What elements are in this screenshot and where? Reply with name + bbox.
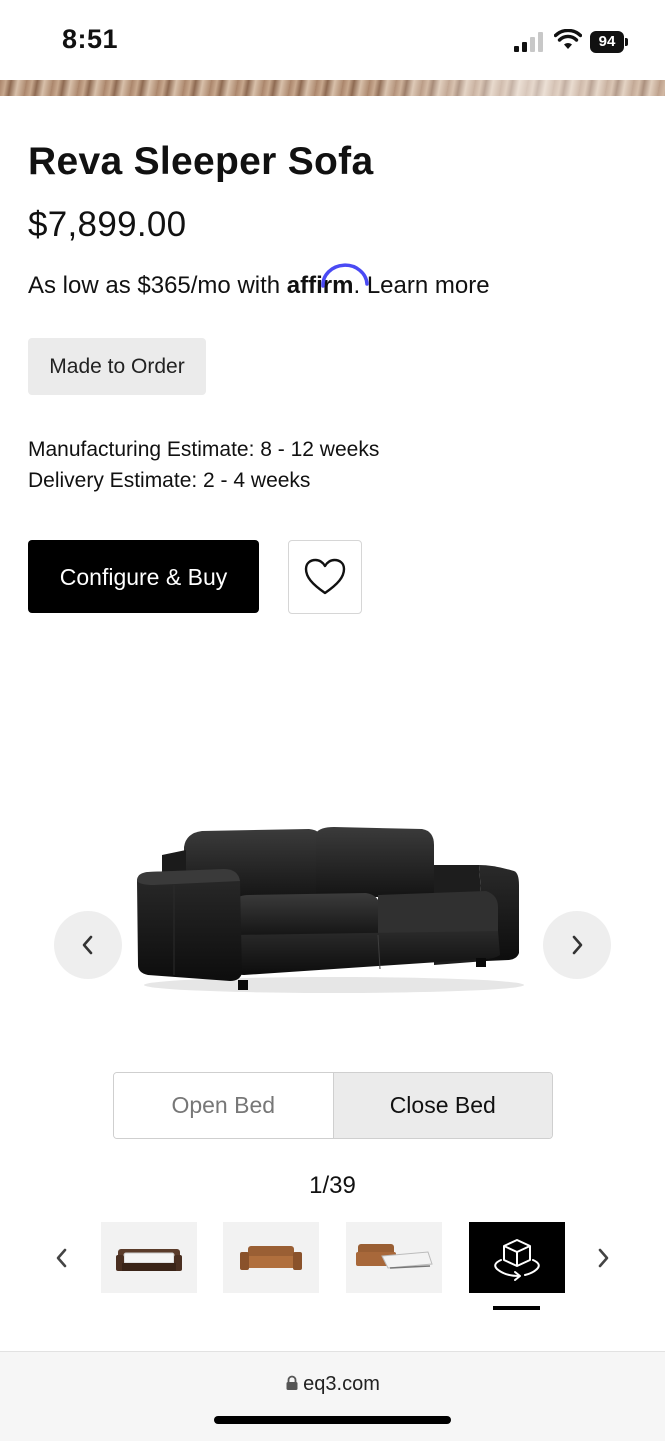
sofa-brown-icon bbox=[240, 1245, 302, 1270]
product-title: Reva Sleeper Sofa bbox=[28, 140, 374, 183]
affirm-arc-icon bbox=[321, 263, 369, 288]
sofa-bed-pulled-icon bbox=[356, 1243, 433, 1269]
thumbs-prev-button[interactable] bbox=[49, 1244, 75, 1272]
gallery-next-button[interactable] bbox=[543, 911, 611, 979]
financing-prefix: As low as $365/mo with bbox=[28, 272, 281, 299]
wishlist-button[interactable] bbox=[288, 540, 362, 614]
url-display[interactable]: eq3.com bbox=[0, 1373, 665, 1396]
manufacturing-estimate: Manufacturing Estimate: 8 - 12 weeks bbox=[28, 438, 380, 461]
active-thumbnail-indicator bbox=[493, 1306, 540, 1310]
thumbnail-3d-view[interactable] bbox=[469, 1222, 565, 1293]
lock-icon bbox=[286, 1375, 298, 1390]
thumbnail-sofa-brown[interactable] bbox=[223, 1222, 319, 1293]
hero-image-strip bbox=[0, 80, 665, 96]
financing-line: As low as $365/mo with affirm. Learn mor… bbox=[28, 263, 490, 300]
battery-level: 94 bbox=[590, 31, 624, 53]
url-text: eq3.com bbox=[303, 1373, 380, 1395]
gallery-prev-button[interactable] bbox=[54, 911, 122, 979]
heart-icon bbox=[304, 558, 346, 595]
3d-view-icon bbox=[494, 1238, 540, 1281]
thumbnail-sofa-bed-pulled[interactable] bbox=[346, 1222, 442, 1293]
battery-icon: 94 bbox=[590, 31, 630, 53]
delivery-estimate: Delivery Estimate: 2 - 4 weeks bbox=[28, 469, 311, 492]
gallery-counter: 1/39 bbox=[309, 1172, 356, 1199]
status-time: 8:51 bbox=[62, 24, 119, 54]
product-image-sofa bbox=[137, 827, 524, 993]
affirm-logo: affirm bbox=[287, 263, 369, 299]
home-indicator[interactable] bbox=[214, 1416, 451, 1424]
open-bed-option[interactable]: Open Bed bbox=[114, 1073, 334, 1138]
chevron-right-icon bbox=[572, 935, 583, 955]
configure-buy-button[interactable]: Configure & Buy bbox=[28, 540, 259, 613]
sofa-bed-open-icon bbox=[116, 1248, 182, 1271]
learn-more-link[interactable]: Learn more bbox=[367, 272, 490, 299]
thumbnail-sofa-bed-open[interactable] bbox=[101, 1222, 197, 1293]
cellular-signal-icon bbox=[514, 32, 546, 52]
browser-url-bar[interactable] bbox=[0, 1351, 665, 1441]
made-to-order-badge: Made to Order bbox=[28, 338, 206, 395]
close-bed-option[interactable]: Close Bed bbox=[333, 1073, 552, 1138]
chevron-left-icon bbox=[82, 935, 93, 955]
wifi-icon bbox=[554, 29, 582, 49]
bed-toggle: Open Bed Close Bed bbox=[113, 1072, 553, 1139]
thumbs-next-button[interactable] bbox=[590, 1244, 616, 1272]
product-price: $7,899.00 bbox=[28, 205, 187, 244]
